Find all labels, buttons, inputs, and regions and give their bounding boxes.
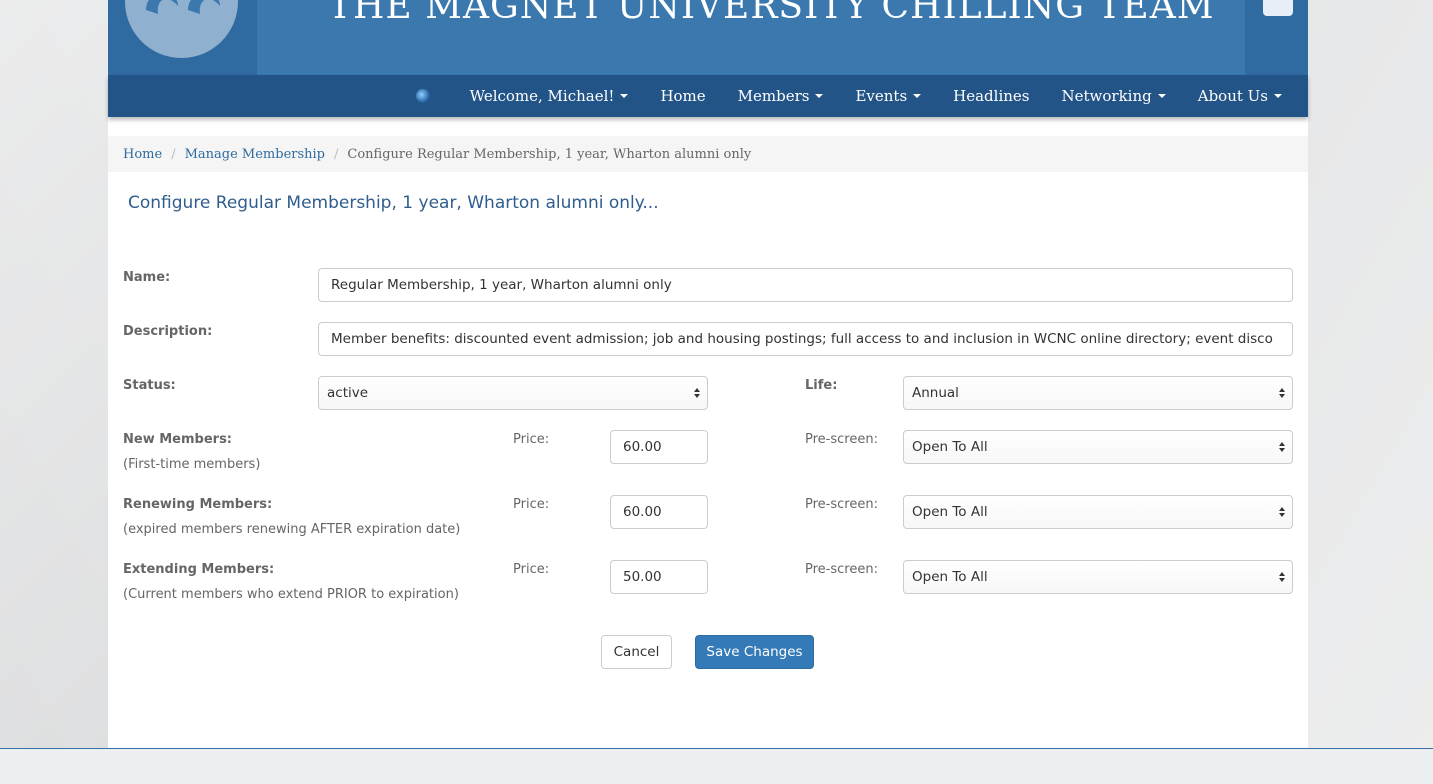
nav-item-label: Home — [660, 87, 706, 105]
breadcrumb: Home / Manage Membership / Configure Reg… — [108, 136, 1308, 172]
nav-item-events[interactable]: Events — [839, 75, 937, 117]
main-navbar: Welcome, Michael! Home Members Events He… — [108, 75, 1308, 117]
select-arrows-icon — [1279, 442, 1285, 452]
site-title: THE MAGNET UNIVERSITY CHILLING TEAM — [328, 0, 1215, 27]
nav-item-home[interactable]: Home — [644, 75, 721, 117]
extending-members-price-input[interactable]: 50.00 — [610, 560, 708, 594]
life-select[interactable]: Annual — [903, 376, 1293, 410]
caret-down-icon — [620, 94, 629, 98]
social-box — [1245, 0, 1308, 75]
nav-item-label: Headlines — [953, 87, 1030, 105]
select-arrows-icon — [1279, 388, 1285, 398]
prescreen-label: Pre-screen: — [805, 497, 878, 512]
caret-down-icon — [1274, 94, 1282, 98]
renewing-members-label: Renewing Members: — [123, 497, 273, 512]
footer-strip — [0, 748, 1433, 784]
nav-item-members[interactable]: Members — [722, 75, 840, 117]
nav-item-label: Welcome, Michael! — [469, 87, 615, 105]
new-members-hint: (First-time members) — [123, 457, 261, 472]
globe-icon[interactable] — [415, 89, 430, 103]
caret-down-icon — [1157, 94, 1166, 98]
status-select-value: active — [327, 385, 369, 401]
name-input[interactable]: Regular Membership, 1 year, Wharton alum… — [318, 268, 1293, 302]
logo-box[interactable] — [108, 0, 257, 75]
nav-item-welcome[interactable]: Welcome, Michael! — [454, 75, 645, 117]
renewing-members-hint: (expired members renewing AFTER expirati… — [123, 522, 461, 537]
status-label: Status: — [123, 378, 176, 393]
nav-item-label: Members — [737, 87, 810, 105]
site-header: THE MAGNET UNIVERSITY CHILLING TEAM — [108, 0, 1308, 75]
breadcrumb-home[interactable]: Home — [123, 147, 162, 162]
breadcrumb-current: Configure Regular Membership, 1 year, Wh… — [347, 146, 752, 162]
prescreen-select-value: Open To All — [912, 504, 988, 520]
new-members-label: New Members: — [123, 432, 233, 447]
description-label: Description: — [123, 324, 213, 339]
breadcrumb-separator: / — [171, 146, 176, 162]
nav-item-label: Events — [855, 87, 908, 105]
caret-down-icon — [815, 94, 824, 98]
page-title: Configure Regular Membership, 1 year, Wh… — [128, 193, 659, 213]
prescreen-label: Pre-screen: — [805, 432, 878, 447]
price-label: Price: — [513, 562, 550, 577]
page-container: THE MAGNET UNIVERSITY CHILLING TEAM Welc… — [108, 0, 1308, 748]
description-input[interactable]: Member benefits: discounted event admiss… — [318, 322, 1293, 356]
new-members-prescreen-select[interactable]: Open To All — [903, 430, 1293, 464]
nav-item-networking[interactable]: Networking — [1046, 75, 1182, 117]
renewing-members-price-input[interactable]: 60.00 — [610, 495, 708, 529]
extending-members-label: Extending Members: — [123, 562, 275, 577]
nav-items: Welcome, Michael! Home Members Events He… — [415, 75, 1298, 117]
prescreen-select-value: Open To All — [912, 569, 988, 585]
logo-mark-icon — [146, 0, 220, 14]
status-select[interactable]: active — [318, 376, 708, 410]
breadcrumb-manage-membership[interactable]: Manage Membership — [185, 147, 325, 162]
caret-down-icon — [913, 94, 922, 98]
renewing-members-prescreen-select[interactable]: Open To All — [903, 495, 1293, 529]
nav-item-label: Networking — [1061, 87, 1152, 105]
new-members-price-input[interactable]: 60.00 — [610, 430, 708, 464]
select-arrows-icon — [1279, 572, 1285, 582]
select-arrows-icon — [1279, 507, 1285, 517]
extending-members-prescreen-select[interactable]: Open To All — [903, 560, 1293, 594]
life-select-value: Annual — [912, 385, 959, 401]
life-label: Life: — [805, 378, 838, 393]
price-label: Price: — [513, 497, 550, 512]
twitter-icon[interactable] — [1263, 0, 1293, 16]
breadcrumb-separator: / — [334, 146, 339, 162]
prescreen-label: Pre-screen: — [805, 562, 878, 577]
save-changes-button[interactable]: Save Changes — [695, 635, 814, 669]
extending-members-hint: (Current members who extend PRIOR to exp… — [123, 587, 459, 602]
prescreen-select-value: Open To All — [912, 439, 988, 455]
nav-item-about-us[interactable]: About Us — [1182, 75, 1298, 117]
price-label: Price: — [513, 432, 550, 447]
select-arrows-icon — [694, 388, 700, 398]
nav-item-label: About Us — [1197, 87, 1268, 105]
nav-item-headlines[interactable]: Headlines — [937, 75, 1045, 117]
name-label: Name: — [123, 270, 171, 285]
cancel-button[interactable]: Cancel — [601, 635, 672, 669]
